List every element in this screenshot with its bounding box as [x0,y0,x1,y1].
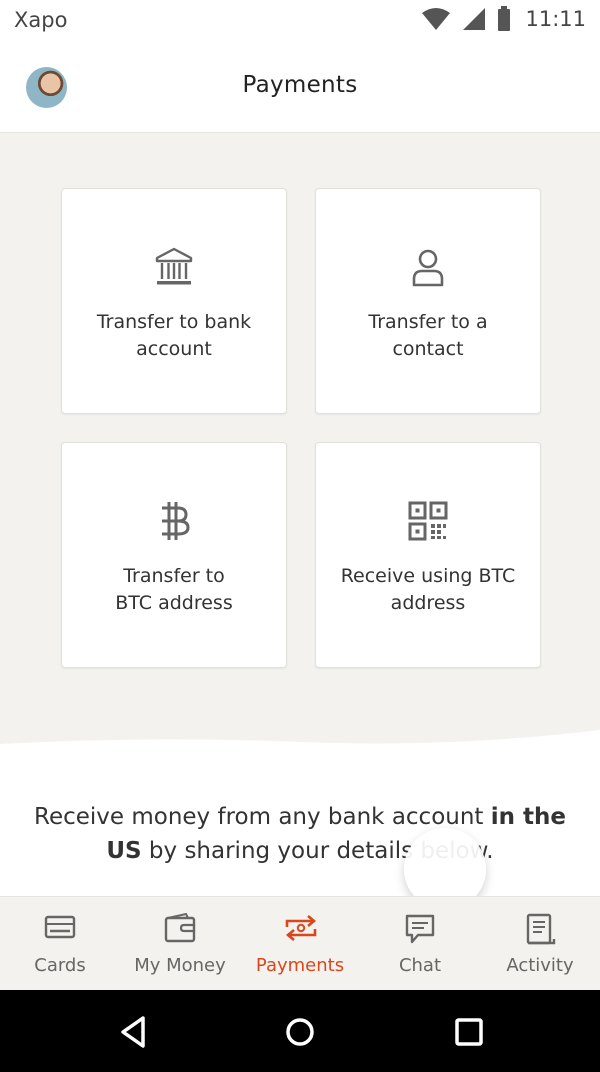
nav-label: My Money [134,955,226,976]
clock: 11:11 [525,7,586,31]
payments-icon [285,915,317,941]
activity-icon [526,913,556,945]
card-icon [44,915,76,939]
home-icon[interactable] [278,1010,322,1054]
page-title: Payments [242,72,358,98]
wallet-icon [164,913,196,943]
nav-label: Chat [398,955,442,976]
transfer-to-btc-card[interactable]: Transfer to BTC address [61,442,287,668]
status-bar: Xapo 11:11 [0,0,600,42]
bitcoin-icon [162,502,190,540]
card-label: Receive using BTC address [340,565,516,614]
nav-activity[interactable]: Activity [480,897,600,991]
person-icon [412,249,444,287]
nav-payments[interactable]: Payments [240,897,360,991]
nav-chat[interactable]: Chat [360,897,480,991]
recents-icon[interactable] [447,1010,491,1054]
battery-icon [498,6,511,31]
receive-money-info: Receive money from any bank account in t… [34,804,566,864]
payments-options: Transfer to bank account Transfer to a c… [0,133,600,753]
qr-code-icon [408,501,448,541]
card-label: Transfer to bank account [96,311,252,360]
bank-icon [155,247,193,285]
status-icons: 11:11 [421,6,586,32]
nav-cards[interactable]: Cards [0,897,120,991]
chat-icon [405,914,435,944]
receive-btc-card[interactable]: Receive using BTC address [315,442,541,668]
wave-divider [0,720,600,760]
nav-label: Cards [34,955,86,976]
carrier-name: Xapo [14,8,68,32]
nav-my-money[interactable]: My Money [120,897,240,991]
nav-label: Payments [255,955,345,976]
signal-icon [463,8,486,30]
nav-label: Activity [506,955,574,976]
app-header: Payments [0,42,600,133]
card-label: Transfer to BTC address [115,565,233,614]
bottom-nav: Cards My Money Payments Chat Activity [0,896,600,991]
card-label: Transfer to a contact [368,311,488,360]
transfer-to-contact-card[interactable]: Transfer to a contact [315,188,541,414]
transfer-to-bank-card[interactable]: Transfer to bank account [61,188,287,414]
system-navigation-bar [0,990,600,1072]
wifi-icon [422,8,451,30]
back-icon[interactable] [112,1010,156,1054]
